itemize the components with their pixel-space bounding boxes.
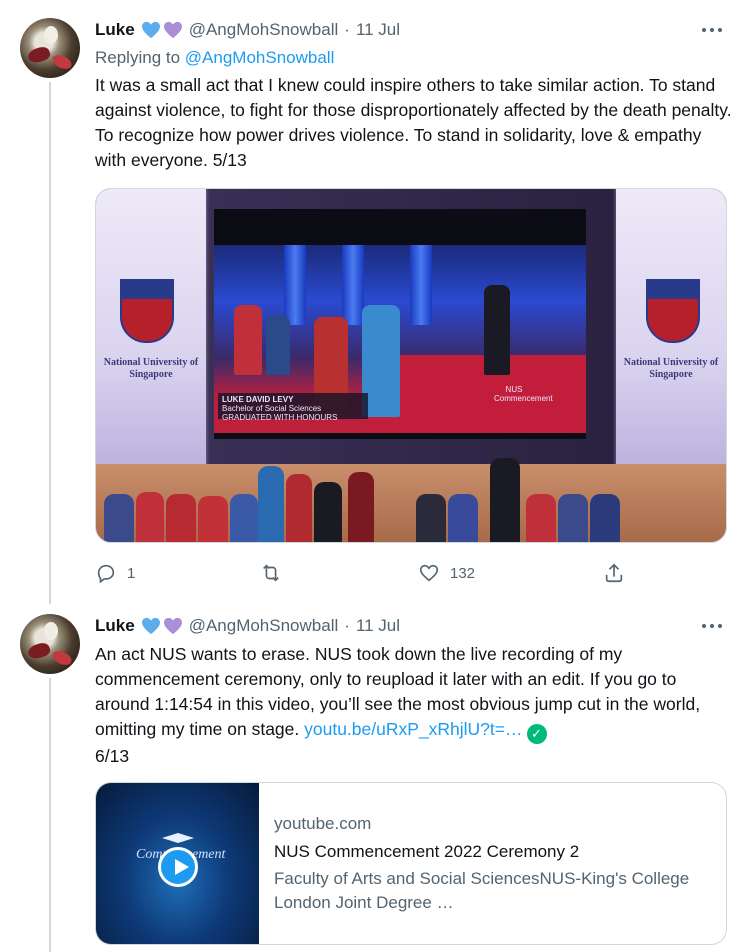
replying-to-handle-link[interactable]: @AngMohSnowball <box>185 48 335 67</box>
display-name[interactable]: Luke <box>95 616 135 636</box>
avatar[interactable] <box>20 18 80 78</box>
separator-dot: · <box>344 20 350 39</box>
purple-heart-icon <box>163 617 182 635</box>
more-options-icon[interactable] <box>702 614 722 638</box>
reply-count: 1 <box>127 564 136 582</box>
retweet-button[interactable] <box>260 561 292 585</box>
card-title[interactable]: NUS Commencement 2022 Ceremony 2 <box>274 841 714 863</box>
reply-button[interactable]: 1 <box>95 561 135 585</box>
tweet-timestamp[interactable]: 11 Jul <box>356 616 400 636</box>
tweet-timestamp[interactable]: 11 Jul <box>356 20 400 40</box>
replying-to-label: Replying to <box>95 48 185 67</box>
user-handle[interactable]: @AngMohSnowball <box>189 20 339 40</box>
projection-screen: LUKE DAVID LEVY Bachelor of Social Scien… <box>214 209 586 439</box>
card-domain: youtube.com <box>274 814 372 833</box>
blue-heart-icon <box>141 617 160 635</box>
name-emoji <box>141 21 183 39</box>
user-handle[interactable]: @AngMohSnowball <box>189 616 339 636</box>
card-description: Faculty of Arts and Social SciencesNUS-K… <box>274 869 690 912</box>
tweet-text: An act NUS wants to erase. NUS took down… <box>95 642 735 769</box>
graduation-cap-icon <box>162 833 194 843</box>
purple-heart-icon <box>163 21 182 39</box>
more-options-icon[interactable] <box>702 18 722 42</box>
banner-text: National University of Singapore <box>103 357 199 380</box>
nus-crest-icon <box>120 279 174 343</box>
like-button[interactable]: 132 <box>418 561 475 585</box>
nus-banner-left: National University of Singapore <box>96 189 206 479</box>
share-button[interactable] <box>603 561 625 585</box>
avatar[interactable] <box>20 614 80 674</box>
tweet-photo[interactable]: National University of Singapore Nationa… <box>95 188 727 543</box>
play-icon[interactable] <box>158 847 198 887</box>
screen-caption: LUKE DAVID LEVY Bachelor of Social Scien… <box>218 393 368 422</box>
share-icon <box>605 563 623 583</box>
replying-to: Replying to @AngMohSnowball <box>95 48 334 68</box>
tweet-text: It was a small act that I knew could ins… <box>95 75 732 170</box>
tweet-counter: 6/13 <box>95 746 130 766</box>
retweet-icon <box>263 564 279 582</box>
separator-dot: · <box>344 616 350 635</box>
check-mark-icon: ✓ <box>526 724 547 744</box>
link-preview-card[interactable]: Commencement youtube.com NUS Commencemen… <box>95 782 727 945</box>
screen-logo: NUS Commencement <box>494 385 553 403</box>
display-name[interactable]: Luke <box>95 20 135 40</box>
tweet-actions: 1 132 <box>95 561 635 585</box>
heart-icon <box>419 564 439 582</box>
name-emoji <box>141 617 183 635</box>
tweet-5-of-13[interactable]: Luke @AngMohSnowball · 11 Jul Replying t… <box>0 18 750 598</box>
like-count: 132 <box>450 564 476 582</box>
reply-icon <box>97 564 115 584</box>
blue-heart-icon <box>141 21 160 39</box>
video-thumbnail[interactable]: Commencement <box>96 783 259 944</box>
nus-crest-icon <box>646 279 700 343</box>
banner-text: National University of Singapore <box>623 357 719 380</box>
nus-banner-right: National University of Singapore <box>616 189 726 479</box>
stage-audience <box>96 458 726 542</box>
youtube-link[interactable]: youtu.be/uRxP_xRhjlU?t=… <box>304 719 522 739</box>
